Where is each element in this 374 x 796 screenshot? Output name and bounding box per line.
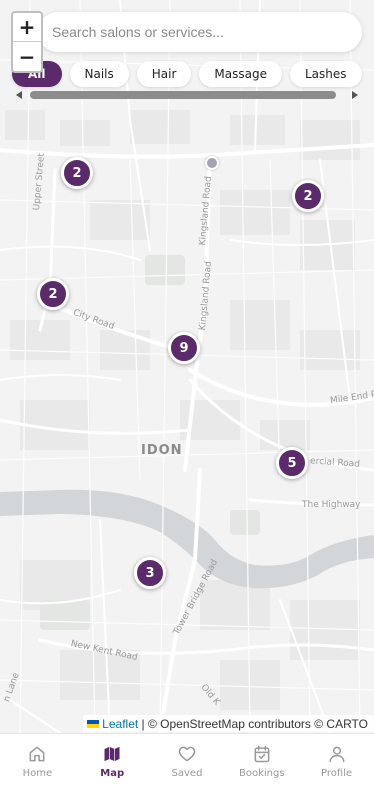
tab-profile[interactable]: Profile xyxy=(299,734,374,796)
ukraine-flag-icon xyxy=(87,719,100,728)
tab-map-label: Map xyxy=(100,768,125,779)
category-scrollbar[interactable] xyxy=(14,89,360,101)
category-chip-lashes[interactable]: Lashes xyxy=(290,61,362,87)
tab-home[interactable]: Home xyxy=(0,734,75,796)
category-chip-hair[interactable]: Hair xyxy=(136,61,192,87)
search-bar xyxy=(38,12,362,52)
user-icon xyxy=(329,746,344,763)
tab-profile-label: Profile xyxy=(321,768,353,779)
scroll-left-arrow-icon[interactable] xyxy=(16,91,22,99)
tab-saved-label: Saved xyxy=(171,768,203,779)
tab-bookings-label: Bookings xyxy=(239,768,285,779)
salon-cluster-marker[interactable]: 5 xyxy=(276,447,308,479)
zoom-out-button[interactable]: − xyxy=(13,42,41,71)
leaflet-link[interactable]: Leaflet xyxy=(102,717,138,731)
bottom-tab-bar: Home Map Saved Bookings Profile xyxy=(0,733,374,796)
heart-icon xyxy=(178,746,196,762)
tab-home-label: Home xyxy=(22,768,53,779)
salon-cluster-marker[interactable]: 2 xyxy=(37,278,69,310)
map-label-the-highway: The Highway xyxy=(302,500,361,510)
zoom-control: + − xyxy=(11,11,43,73)
scroll-right-arrow-icon[interactable] xyxy=(352,91,358,99)
salon-cluster-marker[interactable]: 9 xyxy=(168,332,200,364)
map-icon xyxy=(104,746,120,762)
salon-cluster-marker[interactable]: 2 xyxy=(61,157,93,189)
map-label-london: IDON xyxy=(141,443,183,458)
salon-cluster-marker[interactable]: 3 xyxy=(134,557,166,589)
category-filter-bar: All Nails Hair Massage Lashes xyxy=(12,61,362,87)
category-chip-massage[interactable]: Massage xyxy=(199,61,282,87)
salon-cluster-marker[interactable]: 2 xyxy=(292,180,324,212)
attribution-text: | © OpenStreetMap contributors © CARTO xyxy=(141,716,368,731)
calendar-check-icon xyxy=(254,745,270,763)
zoom-in-button[interactable]: + xyxy=(13,13,41,42)
map-canvas[interactable]: Upper Street Kingsland Road Kingsland Ro… xyxy=(0,0,374,733)
map-attribution: Leaflet | © OpenStreetMap contributors ©… xyxy=(83,715,374,732)
category-chip-nails[interactable]: Nails xyxy=(69,61,129,87)
current-location-marker xyxy=(205,156,219,170)
tab-saved[interactable]: Saved xyxy=(150,734,225,796)
scrollbar-thumb[interactable] xyxy=(30,91,336,99)
tab-bookings[interactable]: Bookings xyxy=(224,734,299,796)
home-icon xyxy=(29,746,45,762)
search-input[interactable] xyxy=(38,12,362,52)
tab-map[interactable]: Map xyxy=(75,734,150,796)
